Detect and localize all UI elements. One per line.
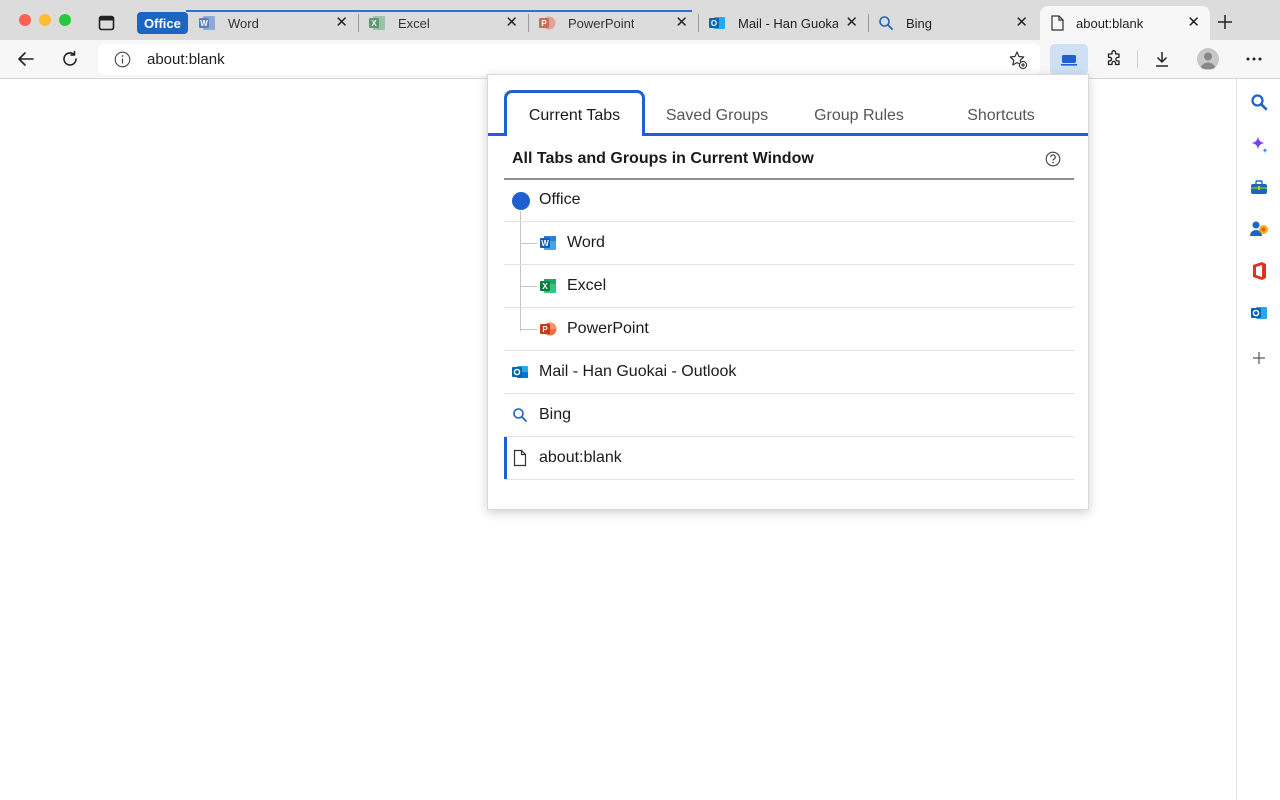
tab-groups-popup: Current Tabs Saved Groups Group Rules Sh… [487, 74, 1089, 510]
svg-text:O: O [711, 19, 717, 28]
svg-text:W: W [541, 239, 549, 248]
svg-text:X: X [542, 282, 548, 291]
extension-icon [1061, 53, 1077, 71]
list-item-label: Word [567, 234, 605, 251]
list-item-bing[interactable]: Bing [504, 394, 1074, 437]
search-icon [512, 407, 530, 425]
svg-text:W: W [200, 19, 208, 28]
powerpoint-icon: P [539, 321, 557, 339]
tab-saved-groups[interactable]: Saved Groups [646, 107, 788, 125]
search-icon [878, 15, 894, 31]
outlook-icon[interactable] [1249, 303, 1269, 323]
list-item-word[interactable]: W Word [504, 222, 1074, 265]
more-menu-icon[interactable] [1242, 47, 1266, 71]
tab-strip: Office W Word ✕ X Excel ✕ P PowerPoint ✕… [0, 0, 1280, 40]
profile-avatar[interactable] [1197, 48, 1219, 70]
minimize-window-button[interactable] [39, 14, 51, 26]
tab-label: Current Tabs [528, 107, 621, 124]
tab-bing[interactable]: Bing ✕ [868, 6, 1038, 40]
outlook-icon: O [708, 15, 726, 31]
refresh-button[interactable] [58, 47, 82, 71]
tab-label: Mail - Han Guokai [738, 15, 838, 31]
tab-groups-extension-button[interactable] [1050, 44, 1088, 75]
list-item-label: Excel [567, 277, 607, 294]
svg-text:P: P [541, 19, 547, 28]
close-tab-icon[interactable]: ✕ [335, 15, 348, 30]
help-icon[interactable] [1045, 151, 1061, 172]
list-item-label: PowerPoint [567, 320, 649, 337]
tab-actions-icon[interactable] [98, 15, 116, 31]
document-icon [1050, 15, 1064, 31]
excel-icon: X [368, 15, 386, 31]
outlook-icon [511, 364, 529, 382]
tab-label: Excel [398, 15, 430, 31]
office-icon[interactable] [1249, 261, 1269, 281]
search-icon[interactable] [1249, 92, 1269, 112]
maximize-window-button[interactable] [59, 14, 71, 26]
list-item-label: Office [539, 191, 581, 208]
address-text: about:blank [147, 51, 225, 68]
list-item-powerpoint[interactable]: P PowerPoint [504, 308, 1074, 351]
close-tab-icon[interactable]: ✕ [1187, 15, 1200, 30]
word-icon: W [539, 235, 557, 253]
tab-powerpoint[interactable]: P PowerPoint ✕ [528, 6, 698, 40]
back-button[interactable] [14, 47, 38, 71]
tab-group-chip[interactable]: Office [137, 12, 188, 34]
list-item-about-blank[interactable]: about:blank [504, 437, 1074, 480]
svg-text:P: P [542, 325, 548, 334]
extensions-icon[interactable] [1102, 47, 1126, 71]
add-favorite-icon[interactable] [1008, 50, 1028, 75]
games-icon[interactable] [1249, 219, 1269, 239]
tab-group-rules[interactable]: Group Rules [788, 107, 930, 125]
current-tab-indicator [504, 437, 507, 479]
svg-text:X: X [371, 19, 377, 28]
add-sidebar-app-icon[interactable] [1249, 348, 1269, 368]
close-tab-icon[interactable]: ✕ [505, 15, 518, 30]
tab-group-label: Office [144, 15, 181, 31]
tab-word[interactable]: W Word ✕ [188, 6, 358, 40]
close-tab-icon[interactable]: ✕ [845, 15, 858, 30]
tab-mail[interactable]: O Mail - Han Guokai ✕ [698, 6, 868, 40]
copilot-sparkle-icon[interactable] [1249, 135, 1269, 155]
tools-briefcase-icon[interactable] [1249, 177, 1269, 197]
section-heading: All Tabs and Groups in Current Window [512, 150, 814, 167]
word-icon: W [198, 15, 216, 31]
address-bar[interactable]: about:blank [98, 44, 1040, 75]
tab-label: Word [228, 15, 259, 31]
list-item-group-office[interactable]: Office [504, 179, 1074, 222]
close-tab-icon[interactable]: ✕ [675, 15, 688, 30]
tab-current-tabs[interactable]: Current Tabs [504, 90, 645, 136]
edge-sidebar [1236, 79, 1280, 800]
close-window-button[interactable] [19, 14, 31, 26]
group-dot-icon [512, 192, 530, 210]
tab-label: PowerPoint [568, 15, 635, 31]
document-icon [513, 449, 531, 467]
list-item-mail[interactable]: Mail - Han Guokai - Outlook [504, 351, 1074, 394]
list-item-label: about:blank [539, 449, 622, 466]
info-icon[interactable] [114, 51, 131, 73]
close-tab-icon[interactable]: ✕ [1015, 15, 1028, 30]
tab-label: Bing [906, 15, 933, 31]
list-item-label: Mail - Han Guokai - Outlook [539, 363, 737, 380]
new-tab-button[interactable] [1215, 12, 1235, 32]
tab-about-blank[interactable]: about:blank ✕ [1040, 6, 1210, 40]
powerpoint-icon: P [538, 15, 556, 31]
downloads-icon[interactable] [1150, 47, 1174, 71]
tab-label: about:blank [1076, 15, 1144, 31]
excel-icon: X [539, 278, 557, 296]
list-item-label: Bing [539, 406, 572, 423]
tab-shortcuts[interactable]: Shortcuts [930, 107, 1072, 125]
list-item-excel[interactable]: X Excel [504, 265, 1074, 308]
tab-excel[interactable]: X Excel ✕ [358, 6, 528, 40]
